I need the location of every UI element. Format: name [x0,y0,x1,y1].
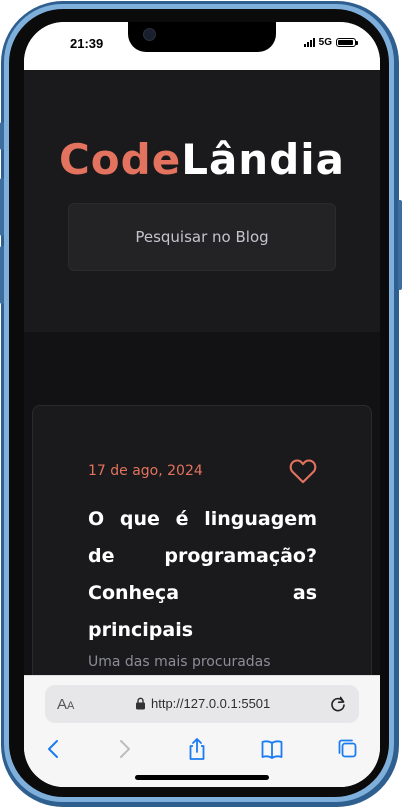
address-bar[interactable]: AA http://127.0.0.1:5501 [45,685,359,723]
battery-icon [336,38,358,47]
home-indicator [135,775,269,780]
status-bar: 21:39 5G [24,22,380,70]
url-text: http://127.0.0.1:5501 [151,696,271,711]
share-icon[interactable] [184,736,210,762]
network-type: 5G [318,37,332,48]
camera-icon [143,28,156,41]
logo-landia: Lândia [181,135,346,184]
tabs-icon[interactable] [335,736,361,762]
power-button [398,200,402,290]
forward-icon[interactable] [111,736,137,762]
search-input[interactable]: Pesquisar no Blog [68,203,336,271]
post-card[interactable]: 17 de ago, 2024 O que é linguagem de pro… [32,405,372,675]
lock-icon [136,697,145,710]
text-size-label-big: A [57,696,68,713]
text-size-label-small: A [67,700,75,712]
browser-toolbar: AA http://127.0.0.1:5501 [24,675,380,787]
search-placeholder: Pesquisar no Blog [135,228,269,246]
volume-up-button [0,178,4,236]
notch [128,22,276,52]
text-size-button[interactable]: AA [57,696,74,713]
site-header: CodeLândia Pesquisar no Blog [24,70,380,332]
heart-icon[interactable] [289,458,317,484]
back-icon[interactable] [41,736,67,762]
mute-switch [0,122,4,150]
signal-icon [303,38,315,47]
post-excerpt: Uma das mais procuradas [88,654,271,670]
logo-code: Code [58,135,182,184]
status-indicators: 5G [303,37,358,48]
bookmarks-icon[interactable] [259,736,285,762]
post-date: 17 de ago, 2024 [88,463,203,479]
status-time: 21:39 [70,36,104,51]
reload-icon[interactable] [329,695,347,713]
volume-down-button [0,246,4,304]
post-title[interactable]: O que é linguagem de programação? Conheç… [88,501,317,649]
phone-screen: 21:39 5G CodeLândia Pesquisar no Blog 17… [24,22,380,787]
web-page[interactable]: CodeLândia Pesquisar no Blog 17 de ago, … [24,70,380,675]
site-logo[interactable]: CodeLândia [24,136,380,184]
